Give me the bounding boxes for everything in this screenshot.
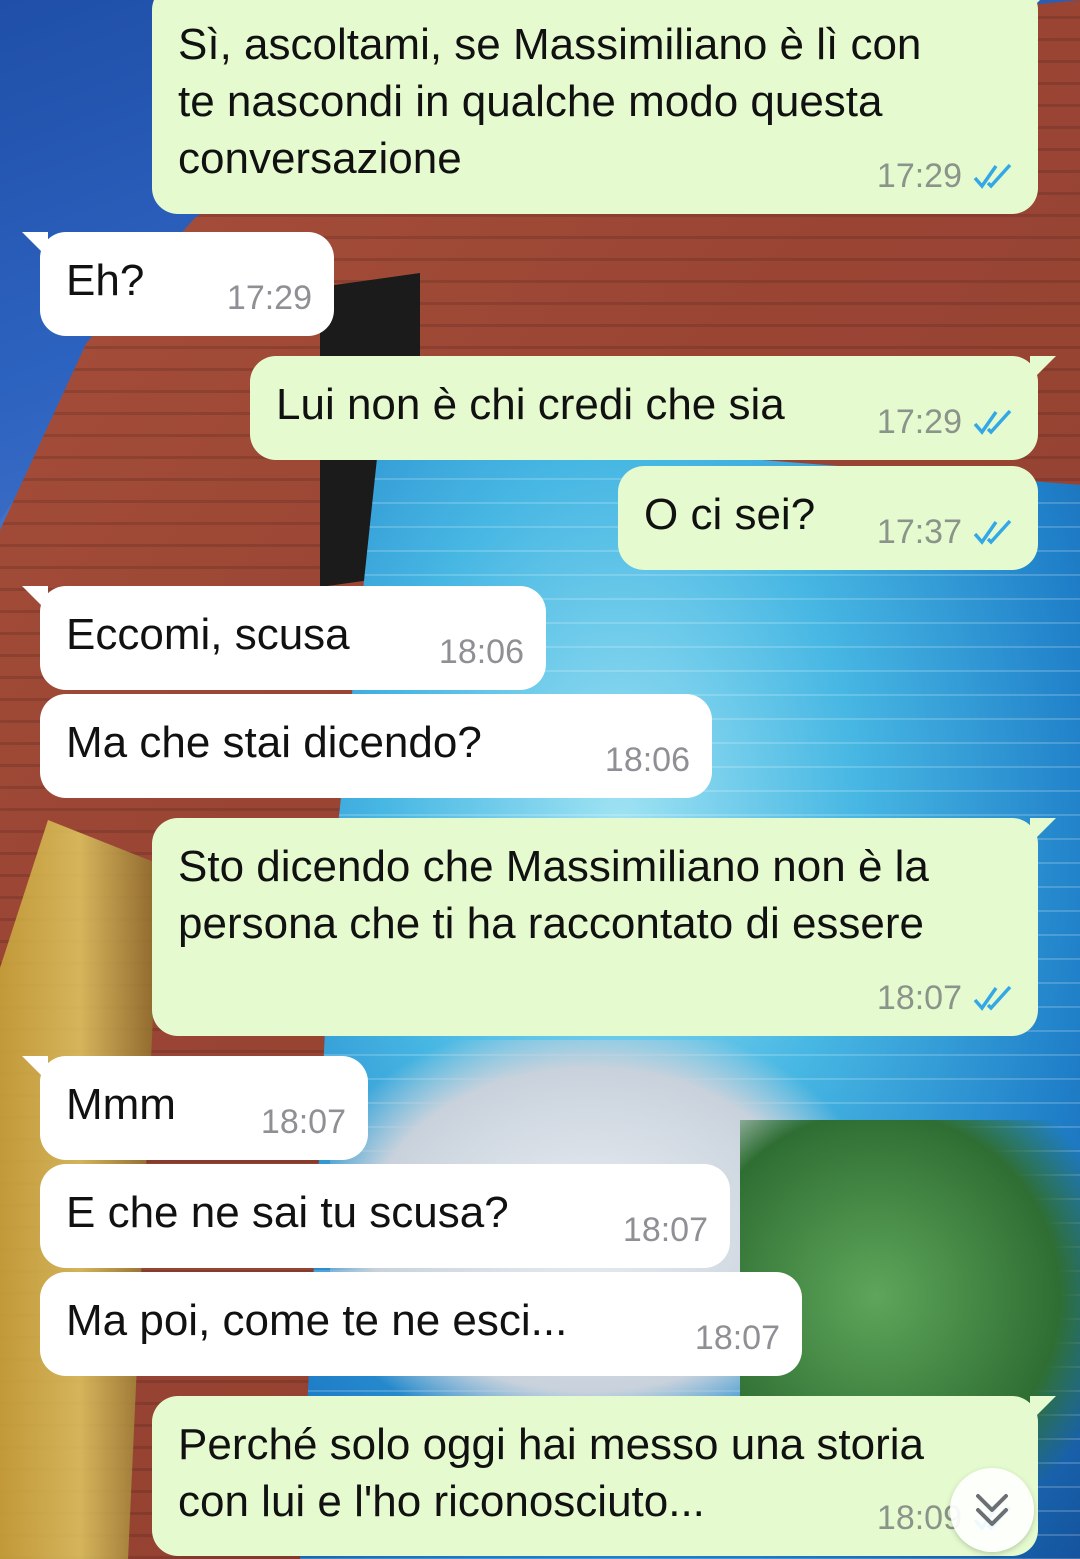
message-bubble-outgoing[interactable]: O ci sei? 17:37 xyxy=(618,466,1038,570)
message-bubble-outgoing[interactable]: Perché solo oggi hai messo una storia co… xyxy=(152,1396,1056,1556)
double-chevron-down-icon xyxy=(976,1494,1008,1526)
message-time: 18:07 xyxy=(876,979,962,1017)
message-text: Perché solo oggi hai messo una storia co… xyxy=(178,1420,924,1526)
message-text: Lui non è chi credi che sia xyxy=(276,380,785,429)
message-bubble-outgoing[interactable]: Sì, ascoltami, se Massimiliano è lì con … xyxy=(152,0,1056,214)
message-bubble-incoming[interactable]: Mmm 18:07 xyxy=(22,1056,368,1160)
double-check-icon xyxy=(973,163,1012,189)
message-meta: 18:07 xyxy=(261,1102,346,1142)
message-bubble-incoming[interactable]: Ma che stai dicendo? 18:06 xyxy=(40,694,712,798)
message-time: 17:37 xyxy=(876,513,962,551)
message-bubble-incoming[interactable]: E che ne sai tu scusa? 18:07 xyxy=(40,1164,730,1268)
message-time: 17:29 xyxy=(876,403,962,441)
message-bubble-incoming[interactable]: Eccomi, scusa 18:06 xyxy=(22,586,546,690)
message-time: 18:09 xyxy=(876,1499,962,1537)
message-meta: 18:06 xyxy=(605,740,690,780)
message-text: Eh? xyxy=(66,256,145,305)
message-meta: 18:06 xyxy=(439,632,524,672)
message-time: 17:29 xyxy=(876,157,962,195)
message-meta: 17:37 xyxy=(877,512,1016,552)
message-list[interactable]: Sì, ascoltami, se Massimiliano è lì con … xyxy=(0,0,1080,1559)
message-text: O ci sei? xyxy=(644,490,816,539)
message-meta: 18:07 xyxy=(623,1210,708,1250)
message-text: Sì, ascoltami, se Massimiliano è lì con … xyxy=(178,20,922,183)
message-text: Ma che stai dicendo? xyxy=(66,718,482,767)
message-time: 18:06 xyxy=(604,741,690,779)
message-time: 18:07 xyxy=(694,1319,780,1357)
message-bubble-incoming[interactable]: Ma poi, come te ne esci... 18:07 xyxy=(40,1272,802,1376)
message-time: 18:07 xyxy=(260,1103,346,1141)
message-meta: 17:29 xyxy=(227,278,312,318)
message-text: Mmm xyxy=(66,1080,176,1129)
message-meta: 18:07 xyxy=(695,1318,780,1358)
double-check-icon xyxy=(973,409,1012,435)
message-text: Eccomi, scusa xyxy=(66,610,350,659)
double-check-icon xyxy=(973,519,1012,545)
message-text: Sto dicendo che Massimiliano non è la pe… xyxy=(178,842,929,948)
message-bubble-incoming[interactable]: Eh? 17:29 xyxy=(22,232,334,336)
message-time: 18:07 xyxy=(622,1211,708,1249)
message-time: 17:29 xyxy=(226,279,312,317)
message-bubble-outgoing[interactable]: Sto dicendo che Massimiliano non è la pe… xyxy=(152,818,1056,1036)
message-meta: 18:07 xyxy=(877,978,1016,1018)
message-time: 18:06 xyxy=(438,633,524,671)
message-meta: 17:29 xyxy=(877,156,1016,196)
double-check-icon xyxy=(973,985,1012,1011)
message-meta: 17:29 xyxy=(877,402,1016,442)
message-bubble-outgoing[interactable]: Lui non è chi credi che sia 17:29 xyxy=(250,356,1056,460)
message-text: E che ne sai tu scusa? xyxy=(66,1188,509,1237)
message-text: Ma poi, come te ne esci... xyxy=(66,1296,568,1345)
scroll-to-bottom-button[interactable] xyxy=(950,1468,1034,1552)
